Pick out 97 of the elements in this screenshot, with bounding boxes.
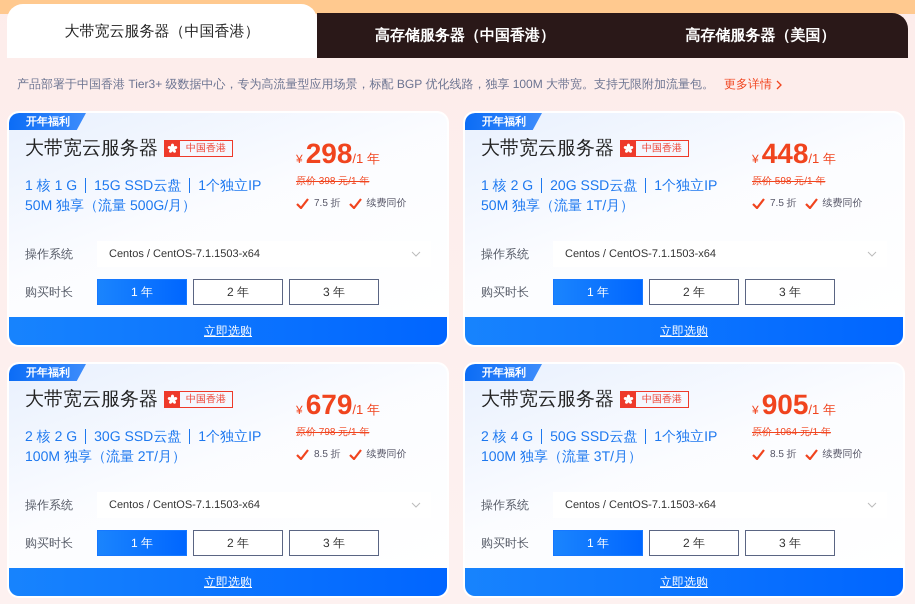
tab[interactable]: 大带宽云服务器（中国香港） [7, 4, 317, 58]
currency-sign: ¥ [752, 152, 759, 166]
region-tag: 中国香港 [164, 140, 233, 156]
caret-icon [411, 251, 421, 257]
tab[interactable]: 高存储服务器（美国） [612, 13, 908, 58]
check-icon [296, 198, 309, 208]
spec-text: 1个独立IP [654, 427, 718, 446]
product-title: 大带宽云服务器 [25, 137, 158, 161]
duration-option[interactable]: 2 年 [193, 530, 283, 556]
region-tag: 中国香港 [164, 390, 233, 408]
price-unit: /1 年 [808, 401, 836, 419]
perk-text: 续费同价 [822, 196, 863, 210]
check-icon [348, 448, 362, 460]
duration-option[interactable]: 2 年 [649, 279, 739, 305]
duration-option[interactable]: 1 年 [97, 279, 187, 305]
buy-button[interactable]: 立即选购 [9, 317, 447, 345]
price-unit: /1 年 [352, 150, 380, 168]
duration-label: 购买时长 [481, 284, 530, 300]
product-title: 大带宽云服务器 [481, 137, 614, 161]
original-price: 原价 598 元/1 年 [752, 175, 826, 188]
original-price: 原价 398 元/1 年 [296, 175, 370, 188]
bandwidth-text: 50M 独享（流量 1T/月） [481, 197, 634, 213]
currency-sign: ¥ [296, 403, 303, 417]
price-unit: /1 年 [808, 150, 836, 168]
os-label: 操作系统 [25, 496, 74, 514]
duration-option[interactable]: 2 年 [649, 530, 739, 556]
os-label: 操作系统 [481, 246, 530, 262]
check-icon [296, 448, 309, 460]
bandwidth-text: 50M 独享（流量 500G/月） [25, 197, 196, 213]
bandwidth-text: 100M 独享（流量 2T/月） [25, 448, 186, 464]
perk-text: 续费同价 [822, 448, 863, 461]
duration-option[interactable]: 1 年 [553, 279, 643, 305]
duration-label: 购买时长 [25, 284, 74, 300]
duration-option[interactable]: 1 年 [97, 530, 187, 556]
currency-sign: ¥ [296, 152, 303, 166]
flower-icon [165, 392, 180, 406]
chevron-icon [776, 80, 784, 90]
duration-option[interactable]: 2 年 [193, 279, 283, 305]
check-icon [752, 448, 765, 460]
duration-label: 购买时长 [25, 534, 74, 552]
spec-text: 30G SSD云盘 [94, 427, 182, 446]
spec-text: 2 核 4 G [481, 427, 534, 446]
buy-button[interactable]: 立即选购 [465, 317, 903, 345]
spec-text: 2 核 2 G [25, 427, 78, 446]
region-tag: 中国香港 [620, 390, 689, 408]
perk-text: 续费同价 [366, 196, 407, 210]
spec-text: 1个独立IP [198, 176, 262, 195]
perk-text: 续费同价 [366, 448, 407, 461]
check-icon [804, 448, 818, 460]
currency-sign: ¥ [752, 403, 759, 417]
flower-icon [165, 140, 180, 156]
os-label: 操作系统 [481, 496, 530, 514]
price: 679 [306, 389, 352, 421]
bandwidth-text: 100M 独享（流量 3T/月） [481, 448, 642, 464]
buy-button[interactable]: 立即选购 [465, 568, 903, 596]
spec-text: 1 核 1 G [25, 176, 78, 195]
perk-text: 8.5 折 [314, 448, 341, 461]
perk-text: 8.5 折 [770, 448, 797, 461]
perk-text: 7.5 折 [314, 197, 341, 210]
os-label: 操作系统 [25, 246, 74, 262]
price: 448 [762, 138, 808, 170]
duration-label: 购买时长 [481, 534, 530, 552]
flower-icon [621, 392, 636, 406]
check-icon [752, 198, 765, 208]
price: 905 [762, 389, 808, 421]
duration-option[interactable]: 3 年 [745, 279, 835, 305]
promo-badge: 开年福利 [465, 364, 542, 381]
duration-option[interactable]: 3 年 [289, 530, 379, 556]
promo-badge: 开年福利 [9, 113, 86, 130]
caret-icon [411, 502, 421, 508]
region-tag: 中国香港 [620, 140, 689, 156]
spec-text: 1个独立IP [198, 427, 262, 446]
original-price: 原价 798 元/1 年 [296, 426, 370, 439]
price-unit: /1 年 [352, 401, 380, 419]
caret-icon [867, 502, 877, 508]
duration-option[interactable]: 3 年 [745, 530, 835, 556]
duration-option[interactable]: 3 年 [289, 279, 379, 305]
spec-text: 1个独立IP [654, 176, 718, 195]
duration-option[interactable]: 1 年 [553, 530, 643, 556]
product-title: 大带宽云服务器 [481, 388, 614, 412]
flower-icon [621, 140, 636, 156]
check-icon [804, 198, 818, 208]
spec-text: 15G SSD云盘 [94, 176, 182, 195]
tab[interactable]: 高存储服务器（中国香港） [317, 13, 612, 58]
caret-icon [867, 251, 877, 257]
buy-button[interactable]: 立即选购 [9, 568, 447, 596]
original-price: 原价 1064 元/1 年 [752, 426, 832, 439]
check-icon [348, 198, 362, 208]
promo-badge: 开年福利 [9, 364, 86, 381]
promo-badge: 开年福利 [465, 113, 542, 130]
product-title: 大带宽云服务器 [25, 388, 158, 412]
spec-text: 50G SSD云盘 [550, 427, 638, 446]
perk-text: 7.5 折 [770, 197, 797, 210]
spec-text: 20G SSD云盘 [550, 176, 638, 195]
spec-text: 1 核 2 G [481, 176, 534, 195]
notice-text: 产品部署于中国香港 Tier3+ 级数据中心，专为高流量型应用场景，标配 BGP 优化线路，独享 100M 大带宽。支持无限附加流量包。 [17, 76, 714, 93]
price: 298 [306, 138, 352, 170]
